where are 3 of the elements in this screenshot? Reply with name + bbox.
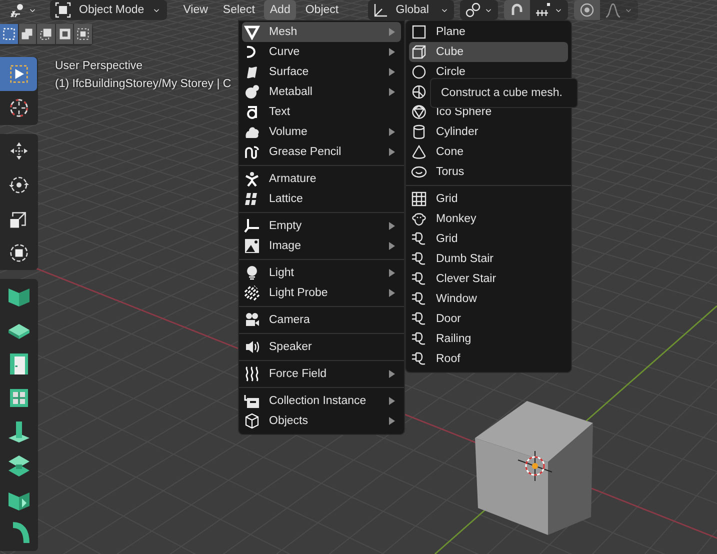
view-name: User Perspective <box>55 59 144 74</box>
collection-info: (1) IfcBuildingStorey/My Storey | C <box>55 77 232 92</box>
tooltip: Construct a cube mesh. <box>430 78 578 108</box>
